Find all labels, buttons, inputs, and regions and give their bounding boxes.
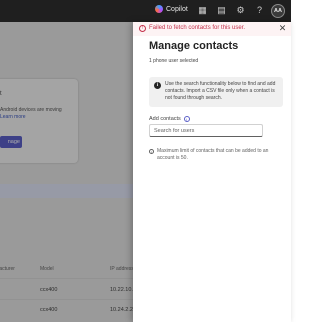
copilot-label: Copilot <box>166 5 188 13</box>
gear-icon[interactable]: ⚙ <box>235 5 246 16</box>
close-icon[interactable]: ✕ <box>277 23 288 34</box>
page-title: Manage contacts <box>149 40 239 52</box>
error-message: Failed to fetch contacts for this user. <box>149 25 246 31</box>
info-text: Use the search functionality below to fi… <box>165 81 276 101</box>
calendar-icon[interactable]: ▤ <box>216 5 227 16</box>
add-contacts-label-text: Add contacts <box>149 116 181 122</box>
info-icon: i <box>154 82 161 89</box>
top-app-bar: Copilot ▦ ▤ ⚙ ? AA <box>0 0 291 22</box>
help-icon[interactable]: ? <box>254 5 265 16</box>
info-icon[interactable]: i <box>183 116 190 122</box>
error-message-bar: ! Failed to fetch contacts for this user… <box>133 22 291 36</box>
apps-grid-icon[interactable]: ▦ <box>197 5 208 16</box>
manage-contacts-panel: ! Failed to fetch contacts for this user… <box>133 22 291 322</box>
selected-count: 1 phone user selected <box>149 58 199 64</box>
search-input[interactable] <box>149 124 263 137</box>
info-message-box: i Use the search functionality below to … <box>149 77 283 107</box>
info-icon: i <box>149 149 154 154</box>
limit-text: Maximum limit of contacts that can be ad… <box>157 148 269 161</box>
copilot-icon <box>155 5 163 13</box>
add-contacts-label: Add contacts i <box>149 116 190 122</box>
error-icon: ! <box>139 25 146 32</box>
limit-note: i Maximum limit of contacts that can be … <box>149 148 269 162</box>
avatar[interactable]: AA <box>271 4 285 18</box>
copilot-button[interactable]: Copilot <box>155 5 188 13</box>
